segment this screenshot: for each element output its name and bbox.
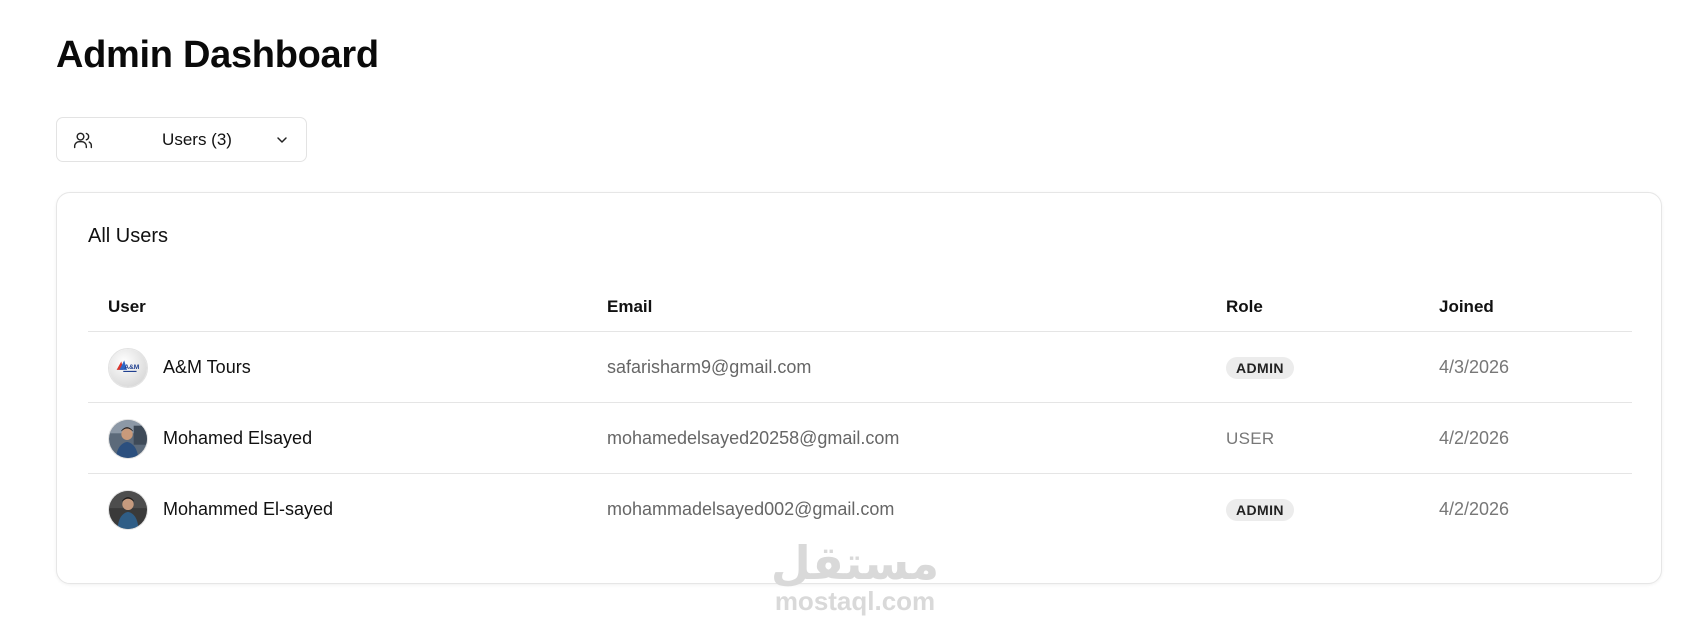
user-name: Mohamed Elsayed [163, 428, 313, 448]
watermark: مستقل mostaql.com [770, 540, 940, 616]
user-email: safarisharm9@gmail.com [607, 357, 812, 377]
user-cell: Mohamed Elsayed [108, 403, 312, 474]
role-text: USER [1226, 428, 1275, 448]
avatar [108, 489, 148, 530]
table-row[interactable]: Mohamed Elsayed mohamedelsayed20258@gmai… [88, 403, 1632, 474]
watermark-latin: mostaql.com [774, 586, 936, 616]
user-email: mohamedelsayed20258@gmail.com [607, 428, 900, 448]
column-header-user: User [108, 297, 146, 316]
avatar: A&M [108, 347, 148, 388]
card-title: All Users [88, 225, 169, 247]
users-icon [73, 132, 93, 149]
column-header-email: Email [607, 297, 653, 316]
watermark-arabic: مستقل [770, 536, 940, 590]
user-email: mohammadelsayed002@gmail.com [607, 499, 895, 519]
joined-date: 4/3/2026 [1439, 357, 1510, 377]
user-cell: Mohammed El-sayed [108, 474, 333, 545]
role-badge: ADMIN [1226, 498, 1294, 521]
user-cell: A&M A&M Tours [108, 332, 251, 403]
chevron-down-icon [277, 137, 287, 143]
role-cell: USER [1226, 403, 1274, 474]
page-title: Admin Dashboard [56, 34, 379, 76]
all-users-card: All Users User Email Role Joined A&M A&M… [56, 192, 1662, 584]
avatar [108, 418, 148, 459]
user-name: A&M Tours [163, 357, 251, 377]
users-table: User Email Role Joined A&M A&M Tours saf… [88, 283, 1632, 545]
role-cell: ADMIN [1226, 332, 1294, 403]
role-cell: ADMIN [1226, 474, 1294, 545]
joined-date: 4/2/2026 [1439, 428, 1510, 448]
joined-date: 4/2/2026 [1439, 499, 1510, 519]
avatar-logo-text: A&M [124, 363, 140, 370]
table-row[interactable]: A&M A&M Tours safarisharm9@gmail.com ADM… [88, 332, 1632, 403]
column-header-role: Role [1226, 297, 1263, 316]
table-row[interactable]: Mohammed El-sayed mohammadelsayed002@gma… [88, 474, 1632, 545]
table-header: User Email Role Joined [88, 283, 1632, 332]
column-header-joined: Joined [1439, 297, 1494, 316]
user-name: Mohammed El-sayed [163, 499, 334, 519]
role-badge: ADMIN [1226, 356, 1294, 379]
view-select-label: Users (3) [162, 129, 232, 149]
view-select-dropdown[interactable]: Users (3) [56, 117, 307, 162]
